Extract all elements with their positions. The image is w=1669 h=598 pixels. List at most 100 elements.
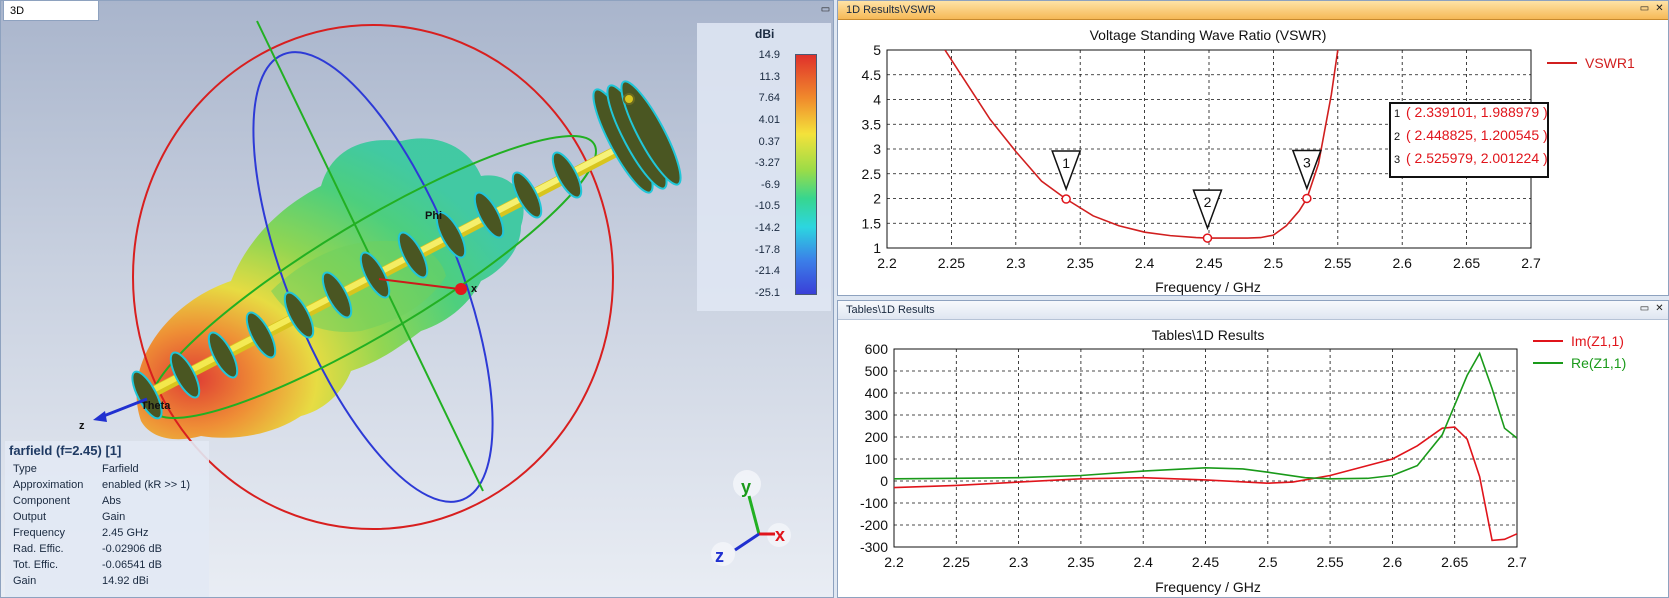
x-tick-label: 2.35 xyxy=(1067,255,1094,271)
x-tick-label: 2.4 xyxy=(1135,255,1155,271)
info-value: Gain xyxy=(102,511,126,523)
legend-tick: -10.5 xyxy=(754,200,780,213)
marker-id-label: 2 xyxy=(1204,194,1212,210)
info-key: Output xyxy=(13,511,47,523)
x-tick-label: 2.7 xyxy=(1507,554,1527,570)
legend-tick: -14.2 xyxy=(754,222,780,235)
info-title: farfield (f=2.45) [1] xyxy=(9,443,122,458)
x-tick-label: 2.3 xyxy=(1009,554,1029,570)
legend-label: Re(Z1,1) xyxy=(1571,355,1626,371)
marker-readout: ( 2.525979, 2.001224 ) xyxy=(1406,150,1548,166)
legend-tick: 0.37 xyxy=(758,135,780,148)
x-tick-label: 2.65 xyxy=(1453,255,1480,271)
info-value: Abs xyxy=(102,495,121,507)
y-tick-label: -100 xyxy=(860,495,888,511)
info-value: 14.92 dBi xyxy=(102,575,149,587)
legend-tick: 7.64 xyxy=(758,92,780,105)
info-value: 2.45 GHz xyxy=(102,527,149,539)
x-tick-label: 2.55 xyxy=(1316,554,1343,570)
legend-unit: dBi xyxy=(755,27,775,41)
axis-label-z: z xyxy=(79,420,85,432)
label-theta: Theta xyxy=(141,400,171,412)
marker-point[interactable] xyxy=(1202,233,1213,243)
y-tick-label: 600 xyxy=(865,341,889,357)
farfield-3d-view[interactable]: 3D ▭ x Phi Theta z y x z dBi 14.9 11.3 7… xyxy=(0,0,834,598)
info-key: Frequency xyxy=(13,527,65,539)
x-tick-label: 2.25 xyxy=(943,554,970,570)
marker-readout-id: 1 xyxy=(1394,108,1401,120)
y-tick-label: -200 xyxy=(860,517,888,533)
x-tick-label: 2.3 xyxy=(1006,255,1026,271)
info-key: Approximation xyxy=(13,479,84,491)
legend-tick: 11.3 xyxy=(759,70,780,83)
legend-tick: -3.27 xyxy=(754,157,780,170)
marker-point[interactable] xyxy=(1061,194,1071,204)
legend-tick: -21.4 xyxy=(754,265,780,278)
info-value: -0.02906 dB xyxy=(102,543,162,555)
marker-point[interactable] xyxy=(1302,193,1312,204)
info-key: Gain xyxy=(13,575,37,587)
y-tick-label: 2.5 xyxy=(862,166,882,182)
x-tick-label: 2.5 xyxy=(1258,554,1278,570)
axis-label-x: x xyxy=(471,283,478,295)
info-key: Rad. Effic. xyxy=(13,543,64,555)
legend-label: Im(Z1,1) xyxy=(1571,333,1624,349)
info-key: Type xyxy=(13,463,37,475)
y-tick-label: 400 xyxy=(865,385,889,401)
info-value: enabled (kR >> 1) xyxy=(102,479,191,491)
marker-id-label: 3 xyxy=(1303,154,1311,170)
legend-tick: 4.01 xyxy=(758,113,780,126)
legend-tick: -17.8 xyxy=(754,243,780,256)
triad-z-label: z xyxy=(715,546,724,566)
x-tick-label: 2.65 xyxy=(1441,554,1468,570)
y-tick-label: 100 xyxy=(865,451,889,467)
legend-tick: -25.1 xyxy=(754,287,780,299)
x-axis-marker xyxy=(455,283,467,295)
triad-x-label: x xyxy=(775,525,785,545)
y-tick-label: 300 xyxy=(865,407,889,423)
y-tick-label: -300 xyxy=(860,539,888,555)
x-tick-label: 2.7 xyxy=(1521,255,1541,271)
triad-y-label: y xyxy=(741,477,751,497)
marker-id-label: 1 xyxy=(1062,155,1070,171)
info-value: -0.06541 dB xyxy=(102,559,162,571)
y-tick-label: 500 xyxy=(865,363,889,379)
info-value: Farfield xyxy=(102,463,139,475)
label-phi: Phi xyxy=(425,210,442,222)
z-axis-arrow xyxy=(93,411,107,422)
y-tick-label: 1.5 xyxy=(862,215,882,231)
y-tick-label: 0 xyxy=(880,473,888,489)
y-tick-label: 4.5 xyxy=(862,67,882,83)
y-tick-label: 200 xyxy=(865,429,889,445)
legend-tick: 14.9 xyxy=(758,49,780,61)
x-tick-label: 2.2 xyxy=(877,255,897,271)
marker-readout: ( 2.448825, 1.200545 ) xyxy=(1406,127,1548,143)
y-tick-label: 3.5 xyxy=(862,116,882,132)
info-key: Tot. Effic. xyxy=(13,559,59,571)
y-tick-label: 5 xyxy=(873,42,881,58)
x-tick-label: 2.4 xyxy=(1133,554,1153,570)
info-key: Component xyxy=(13,495,70,507)
x-tick-label: 2.45 xyxy=(1195,255,1222,271)
legend-tick: -6.9 xyxy=(761,178,780,191)
x-tick-label: 2.6 xyxy=(1383,554,1403,570)
x-tick-label: 2.45 xyxy=(1192,554,1219,570)
x-tick-label: 2.5 xyxy=(1264,255,1284,271)
legend-label: VSWR1 xyxy=(1585,55,1635,71)
x-tick-label: 2.35 xyxy=(1067,554,1094,570)
tables-chart[interactable]: 2.2 2.25 2.3 2.35 2.4 2.45 2.5 2.55 2.6 2.65 2.7 -3… xyxy=(838,301,1669,598)
marker-readout: ( 2.339101, 1.988979 ) xyxy=(1406,104,1548,120)
tables-pane[interactable]: Tables\1D Results ▭ ✕ Tables\1D Results … xyxy=(837,300,1669,598)
y-tick-label: 4 xyxy=(873,92,881,108)
y-tick-label: 1 xyxy=(873,240,881,256)
x-tick-label: 2.6 xyxy=(1392,255,1412,271)
x-tick-label: 2.55 xyxy=(1324,255,1351,271)
colorbar xyxy=(795,54,817,295)
y-tick-label: 2 xyxy=(873,191,881,207)
marker-readout-id: 3 xyxy=(1394,154,1401,166)
marker-readout-id: 2 xyxy=(1394,131,1401,143)
reflector-disks xyxy=(592,80,682,194)
x-tick-label: 2.2 xyxy=(884,554,904,570)
y-tick-label: 3 xyxy=(873,141,881,157)
orientation-triad: y x z xyxy=(711,470,791,566)
